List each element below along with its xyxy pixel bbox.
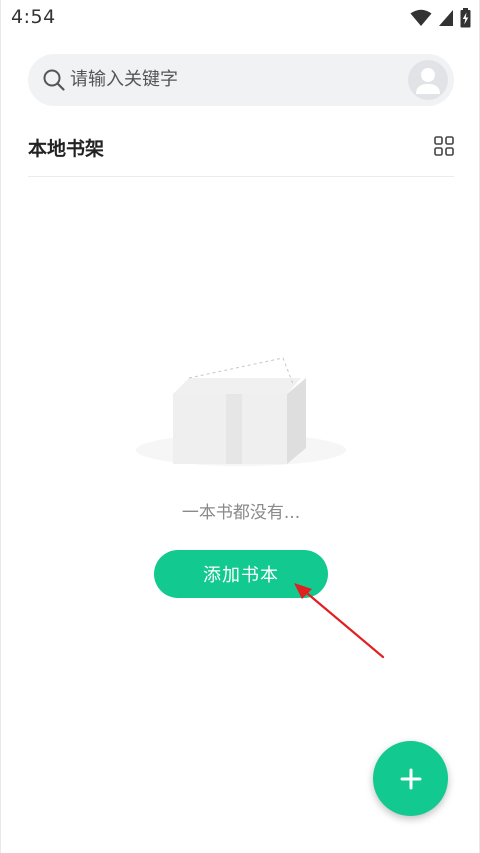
grid-icon[interactable] [434,136,454,156]
search-bar[interactable]: 请输入关键字 [28,54,454,106]
status-bar: 4:54 [1,0,479,36]
annotation-arrow-icon [294,583,385,659]
battery-charging-icon [460,8,471,28]
status-icons [410,8,471,28]
empty-box-icon [136,357,346,466]
wifi-icon [410,9,432,26]
shelf-header: 本地书架 [28,130,454,177]
status-time: 4:54 [11,6,56,28]
cellular-signal-icon [439,10,453,26]
plus-icon [400,768,421,789]
user-avatar-button[interactable] [408,60,448,100]
user-avatar-icon [416,68,440,94]
shelf-title: 本地书架 [28,138,105,160]
empty-message: 一本书都没有... [181,503,301,523]
search-input[interactable]: 请输入关键字 [70,68,178,92]
add-fab-button[interactable] [373,741,448,816]
search-icon [43,69,65,91]
app-screen: 4:54 请输入关键字 本地书架 一本书都没有... 添加书本 [0,0,480,853]
